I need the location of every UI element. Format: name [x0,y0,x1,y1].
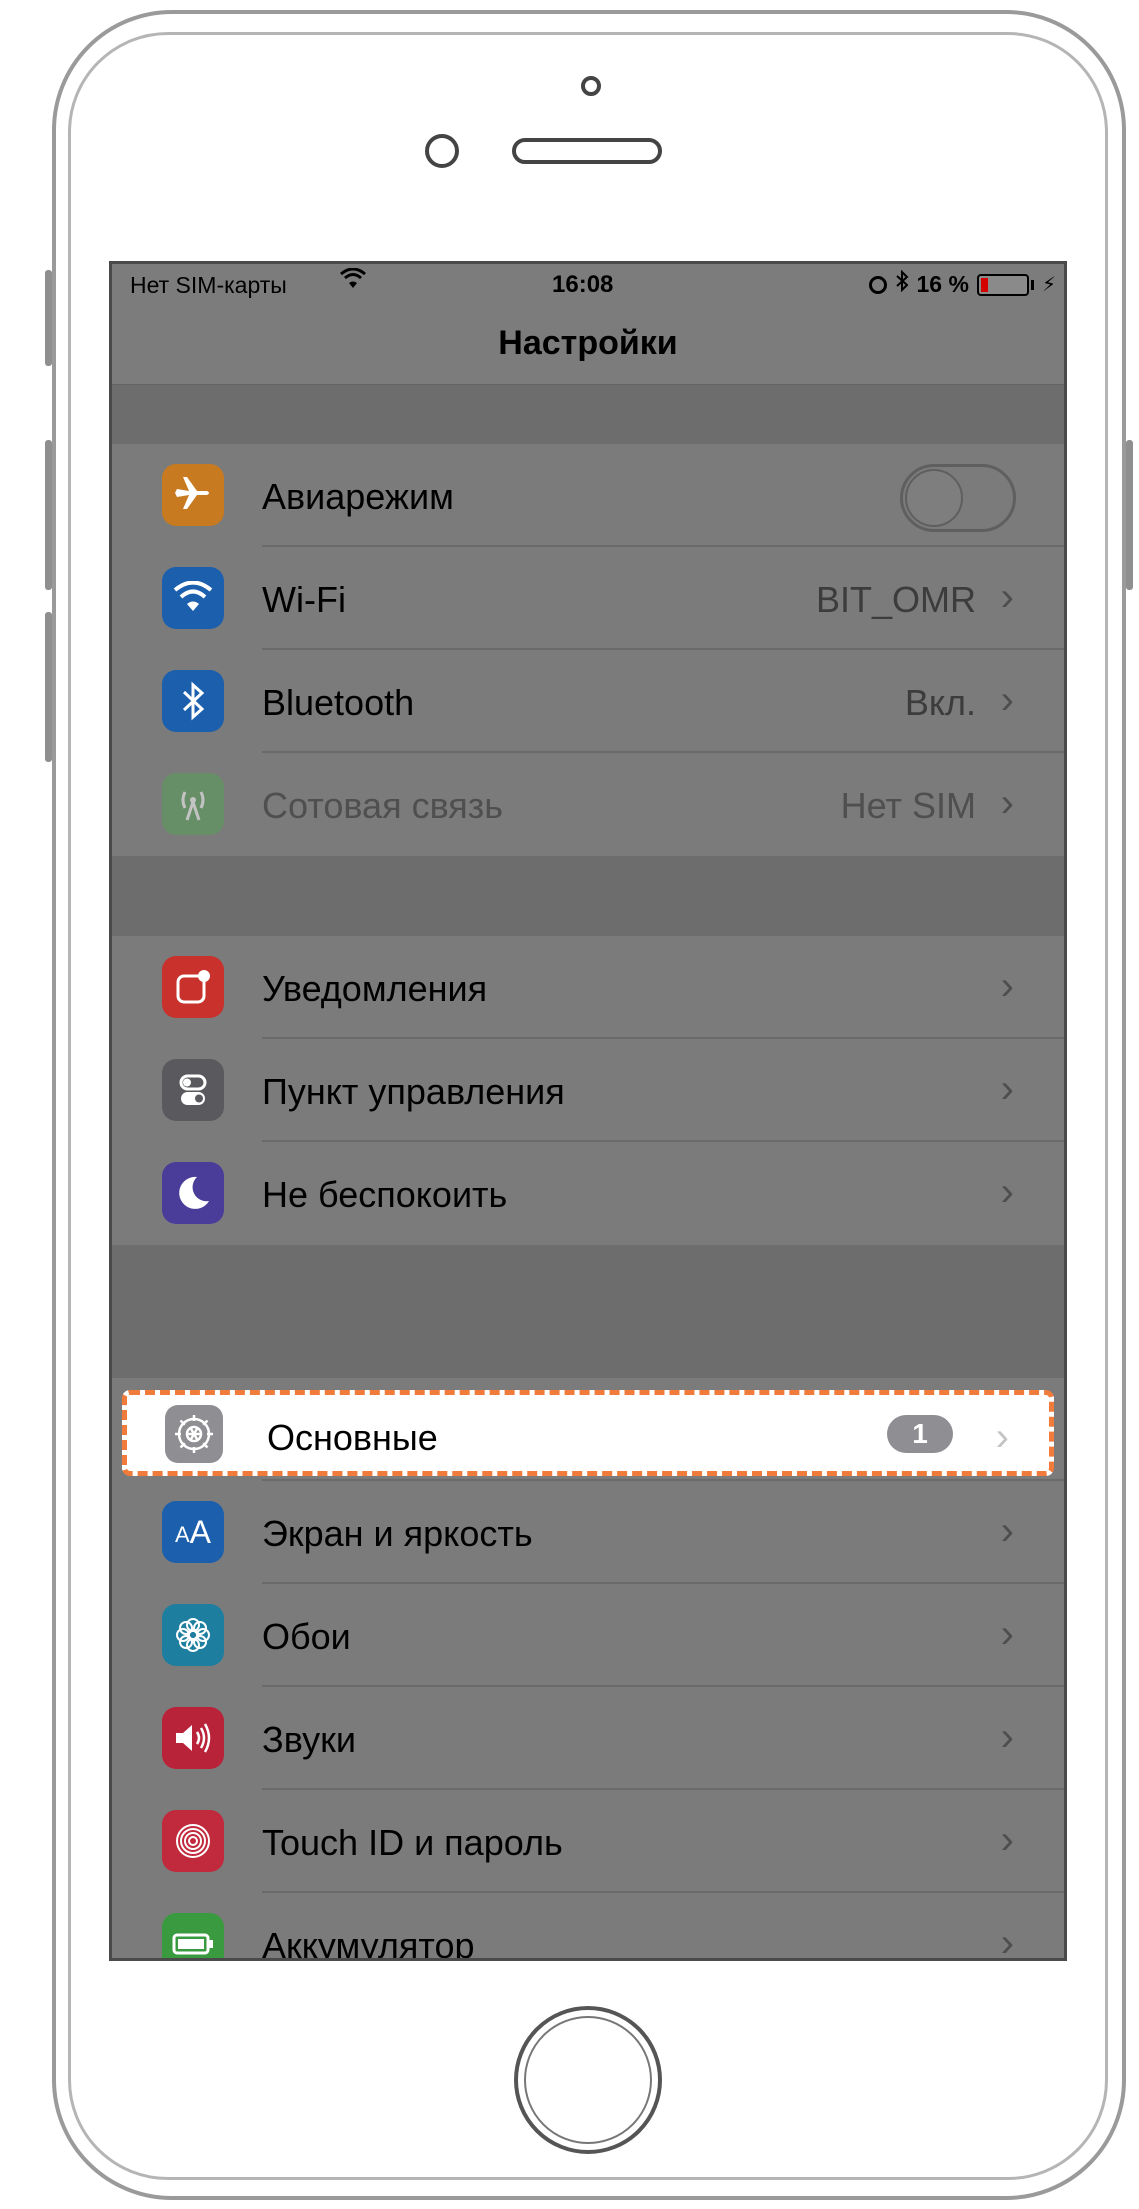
settings-row-label: Авиарежим [262,476,454,517]
settings-row-general[interactable]: Основные 1 › [122,1390,1054,1476]
settings-row-airplane[interactable]: Авиарежим [112,444,1064,547]
control-center-icon [162,1059,224,1121]
airplane-icon [162,464,224,526]
bluetooth-icon [895,269,909,299]
gear-icon [165,1405,223,1463]
proximity-sensor [581,76,601,96]
settings-row-display[interactable]: AA Экран и яркость › [112,1481,1064,1584]
settings-row-label: Bluetooth [262,682,415,723]
settings-row-label: Экран и яркость [262,1513,533,1554]
bluetooth-icon [162,670,224,732]
settings-row-wallpaper[interactable]: Обои › [112,1584,1064,1687]
home-button[interactable] [514,2006,662,2154]
carrier-label: Нет SIM-карты [130,272,287,298]
settings-row-label: Не беспокоить [262,1174,508,1215]
chevron-right-icon: › [1000,1921,1014,1958]
settings-row-value: Вкл. [904,682,976,723]
settings-row-label: Уведомления [262,968,488,1009]
settings-row-label: Сотовая связь [262,785,504,826]
toggle-knob [905,469,963,527]
update-badge: 1 [887,1415,953,1453]
front-camera [425,134,459,168]
orientation-lock-icon [868,275,887,294]
settings-screen: Нет SIM-карты 16:08 16 % ⚡ Настройки Ави… [109,261,1067,1961]
settings-row-label: Пункт управления [262,1071,565,1112]
settings-row-control-center[interactable]: Пункт управления › [112,1039,1064,1142]
settings-row-notifications[interactable]: Уведомления › [112,936,1064,1039]
moon-icon [162,1162,224,1224]
battery-level [980,277,988,292]
status-right: 16 % ⚡ [868,269,1056,299]
settings-row-label: Wi-Fi [262,579,346,620]
settings-row-bluetooth[interactable]: Bluetooth Вкл. › [112,650,1064,753]
speaker-icon [162,1707,224,1769]
clock: 16:08 [552,271,614,298]
fingerprint-icon [162,1810,224,1872]
battery-icon [162,1913,224,1958]
status-bar: Нет SIM-карты 16:08 16 % ⚡ [112,264,1064,304]
settings-row-value: BIT_OMR [815,579,976,620]
settings-row-touch-id[interactable]: Touch ID и пароль › [112,1790,1064,1893]
settings-row-label: Звуки [262,1719,356,1760]
volume-down-button [45,612,52,762]
wifi-icon [162,567,224,629]
settings-row-label: Обои [262,1616,351,1657]
chevron-right-icon: › [1000,964,1014,1008]
settings-row-label: Аккумулятор [262,1925,475,1958]
battery-percent: 16 % [916,271,969,297]
settings-row-cellular[interactable]: Сотовая связь Нет SIM › [112,753,1064,856]
connectivity-group: Авиарежим Wi-Fi BIT_OMR › Bluetooth Вкл.… [112,444,1064,856]
battery-tip [1030,279,1034,290]
chevron-right-icon: › [1000,1818,1014,1862]
chevron-right-icon: › [1000,575,1014,619]
earpiece-speaker [512,138,662,164]
notifications-group: Уведомления › Пункт управления › Не бесп… [112,936,1064,1245]
chevron-right-icon: › [1000,1509,1014,1553]
settings-row-label: Основные [267,1417,438,1458]
chevron-right-icon: › [1000,1170,1014,1214]
chevron-right-icon: › [1000,781,1014,825]
power-button [1126,440,1133,590]
settings-row-battery[interactable]: Аккумулятор › [112,1893,1064,1958]
notifications-icon [162,956,224,1018]
display-brightness-icon: AA [162,1501,224,1563]
wallpaper-icon [162,1604,224,1666]
settings-row-sounds[interactable]: Звуки › [112,1687,1064,1790]
settings-row-label: Touch ID и пароль [262,1822,563,1863]
settings-row-do-not-disturb[interactable]: Не беспокоить › [112,1142,1064,1245]
chevron-right-icon: › [995,1415,1009,1459]
navigation-bar: Настройки [112,304,1064,385]
settings-row-value: Нет SIM [840,785,976,826]
antenna-icon [162,773,224,835]
chevron-right-icon: › [1000,1612,1014,1656]
chevron-right-icon: › [1000,1715,1014,1759]
settings-row-wifi[interactable]: Wi-Fi BIT_OMR › [112,547,1064,650]
mute-switch [45,270,52,366]
volume-up-button [45,440,52,590]
airplane-toggle[interactable] [900,464,1016,532]
chevron-right-icon: › [1000,1067,1014,1111]
chevron-right-icon: › [1000,678,1014,722]
page-title: Настройки [498,324,678,362]
battery-icon [976,273,1029,296]
home-button-ring [524,2016,652,2144]
charging-icon: ⚡ [1041,274,1056,296]
wifi-icon [340,267,366,297]
